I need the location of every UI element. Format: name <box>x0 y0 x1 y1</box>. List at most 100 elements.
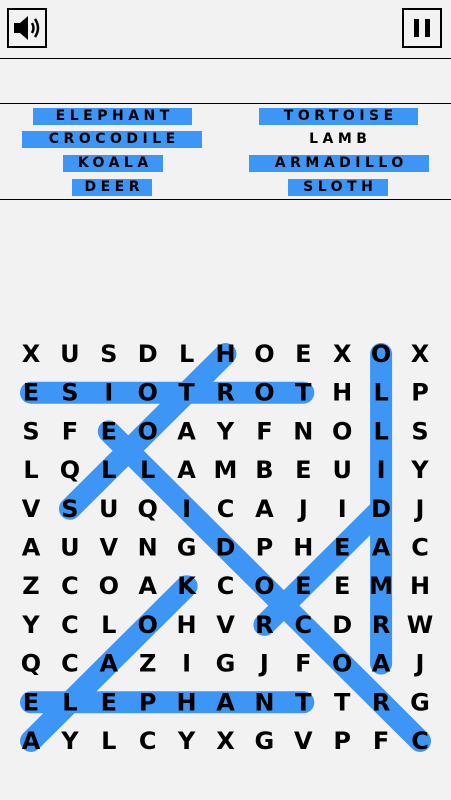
grid-letter[interactable]: D <box>216 534 236 562</box>
grid-letter[interactable]: O <box>99 572 119 600</box>
grid-letter[interactable]: H <box>293 534 313 562</box>
grid-letter[interactable]: V <box>294 727 313 755</box>
grid-letter[interactable]: N <box>293 417 313 445</box>
grid-letter[interactable]: O <box>137 611 157 639</box>
grid-letter[interactable]: U <box>99 495 119 523</box>
grid-letter[interactable]: A <box>138 572 157 600</box>
grid-letter[interactable]: C <box>139 727 157 755</box>
grid-letter[interactable]: O <box>137 379 157 407</box>
grid-letter[interactable]: S <box>61 495 78 523</box>
grid-letter[interactable]: A <box>216 688 235 716</box>
grid-letter[interactable]: A <box>177 417 196 445</box>
grid-letter[interactable]: E <box>101 417 117 445</box>
grid-letter[interactable]: F <box>256 417 272 445</box>
grid-letter[interactable]: N <box>254 688 274 716</box>
grid-letter[interactable]: R <box>255 611 273 639</box>
grid-letter[interactable]: O <box>254 340 274 368</box>
grid-letter[interactable]: O <box>137 417 157 445</box>
grid-letter[interactable]: J <box>297 495 308 523</box>
grid-letter[interactable]: A <box>22 727 41 755</box>
grid-letter[interactable]: D <box>332 611 352 639</box>
grid-letter[interactable]: M <box>369 572 393 600</box>
grid-letter[interactable]: L <box>62 688 77 716</box>
grid-letter[interactable]: J <box>414 650 425 678</box>
grid-letter[interactable]: U <box>60 340 80 368</box>
grid-letter[interactable]: H <box>215 340 235 368</box>
grid-letter[interactable]: K <box>177 572 197 600</box>
grid-letter[interactable]: Q <box>137 495 157 523</box>
grid-letter[interactable]: E <box>295 340 311 368</box>
grid-letter[interactable]: S <box>411 417 428 445</box>
grid-letter[interactable]: Z <box>22 572 39 600</box>
grid-letter[interactable]: E <box>23 379 39 407</box>
grid-letter[interactable]: H <box>332 379 352 407</box>
grid-letter[interactable]: I <box>377 456 386 484</box>
grid-letter[interactable]: O <box>332 650 352 678</box>
grid-letter[interactable]: L <box>140 456 155 484</box>
grid-letter[interactable]: U <box>60 534 80 562</box>
grid-letter[interactable]: E <box>101 688 117 716</box>
grid-letter[interactable]: N <box>138 534 158 562</box>
grid-letter[interactable]: A <box>177 456 196 484</box>
grid-letter[interactable]: E <box>23 688 39 716</box>
grid-letter[interactable]: W <box>407 611 433 639</box>
grid-letter[interactable]: F <box>373 727 389 755</box>
grid-letter[interactable]: A <box>255 495 274 523</box>
grid-letter[interactable]: O <box>254 379 274 407</box>
grid-letter[interactable]: R <box>372 611 390 639</box>
grid-letter[interactable]: G <box>177 534 197 562</box>
grid-letter[interactable]: C <box>61 650 79 678</box>
grid-letter[interactable]: S <box>22 417 39 445</box>
letter-grid[interactable]: X U S D L H O E X O XE S I O T R O T H L PS F E O A Y F N O L SL Q L L A M B… <box>0 0 451 800</box>
grid-letter[interactable]: J <box>414 495 425 523</box>
grid-letter[interactable]: E <box>295 572 311 600</box>
grid-letter[interactable]: O <box>371 340 391 368</box>
grid-letter[interactable]: Q <box>21 650 41 678</box>
grid-letter[interactable]: T <box>334 688 351 716</box>
grid-letter[interactable]: I <box>182 650 191 678</box>
grid-letter[interactable]: M <box>214 456 238 484</box>
grid-letter[interactable]: I <box>182 495 191 523</box>
grid-letter[interactable]: U <box>332 456 352 484</box>
grid-letter[interactable]: X <box>22 340 41 368</box>
grid-letter[interactable]: H <box>177 611 197 639</box>
grid-letter[interactable]: A <box>372 534 391 562</box>
grid-letter[interactable]: S <box>100 340 117 368</box>
grid-letter[interactable]: P <box>333 727 351 755</box>
grid-letter[interactable]: Y <box>177 727 196 755</box>
grid-letter[interactable]: R <box>372 688 390 716</box>
grid-letter[interactable]: C <box>411 727 429 755</box>
grid-letter[interactable]: G <box>255 727 275 755</box>
grid-letter[interactable]: V <box>216 611 235 639</box>
grid-letter[interactable]: X <box>333 340 352 368</box>
grid-letter[interactable]: C <box>61 572 79 600</box>
grid-letter[interactable]: D <box>138 340 158 368</box>
grid-letter[interactable]: Z <box>139 650 156 678</box>
grid-letter[interactable]: P <box>411 379 429 407</box>
grid-letter[interactable]: T <box>295 379 312 407</box>
grid-letter[interactable]: S <box>61 379 78 407</box>
grid-letter[interactable]: E <box>295 456 311 484</box>
grid-letter[interactable]: Y <box>60 727 79 755</box>
grid-letter[interactable]: F <box>295 650 311 678</box>
grid-letter[interactable]: C <box>61 611 79 639</box>
grid-letter[interactable]: L <box>101 611 116 639</box>
grid-letter[interactable]: H <box>177 688 197 716</box>
grid-letter[interactable]: L <box>373 379 388 407</box>
grid-letter[interactable]: Y <box>410 456 429 484</box>
grid-letter[interactable]: T <box>178 379 195 407</box>
grid-letter[interactable]: A <box>372 650 391 678</box>
grid-letter[interactable]: L <box>23 456 38 484</box>
grid-letter[interactable]: C <box>294 611 312 639</box>
grid-letter[interactable]: A <box>100 650 119 678</box>
grid-letter[interactable]: J <box>258 650 269 678</box>
grid-letter[interactable]: C <box>217 495 235 523</box>
grid-letter[interactable]: L <box>179 340 194 368</box>
grid-letter[interactable]: E <box>334 534 350 562</box>
grid-letter[interactable]: X <box>216 727 235 755</box>
grid-letter[interactable]: O <box>332 417 352 445</box>
grid-letter[interactable]: I <box>104 379 113 407</box>
grid-letter[interactable]: L <box>373 417 388 445</box>
grid-letter[interactable]: R <box>216 379 234 407</box>
grid-letter[interactable]: V <box>22 495 41 523</box>
